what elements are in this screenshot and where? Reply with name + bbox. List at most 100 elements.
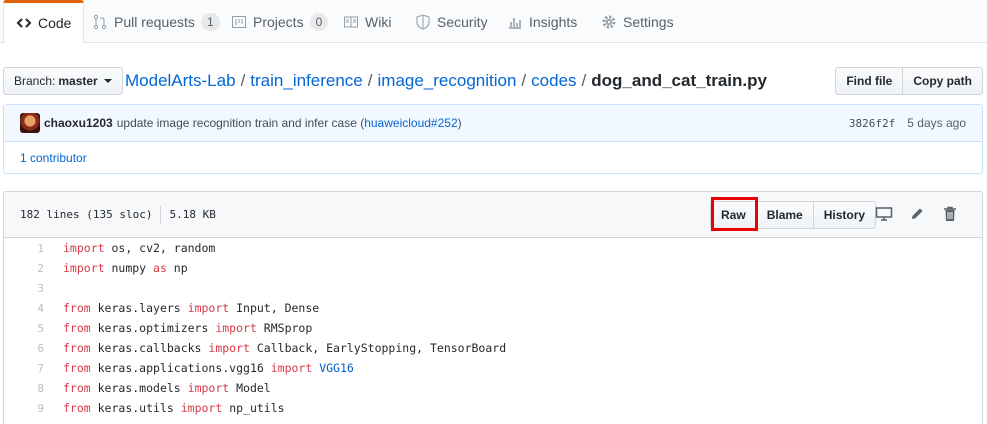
line-number[interactable]: 4 <box>4 302 44 315</box>
commit-issue-link[interactable]: huaweicloud#252 <box>364 116 457 130</box>
breadcrumb-separator: / <box>367 71 373 90</box>
code-token: import <box>63 261 105 275</box>
tab-wiki[interactable]: Wiki <box>343 0 391 43</box>
line-number[interactable]: 3 <box>4 282 44 295</box>
code-token: from <box>63 341 91 355</box>
commit-sha-link[interactable]: 3826f2f <box>849 117 895 130</box>
line-number[interactable]: 2 <box>4 262 44 275</box>
raw-button[interactable]: Raw <box>710 201 757 229</box>
pull-request-icon <box>92 14 108 30</box>
code-token: import <box>270 361 313 375</box>
code-line: 9 from keras.utils import np_utils <box>4 398 982 418</box>
code-token: os, cv2, random <box>104 241 216 255</box>
tab-settings[interactable]: Settings <box>601 0 674 43</box>
shield-icon <box>415 13 431 30</box>
breadcrumb-repo-link[interactable]: ModelArts-Lab <box>125 71 236 90</box>
file-icon-actions <box>874 204 960 224</box>
file-size: 5.18 KB <box>169 208 216 221</box>
pull-requests-count: 1 <box>200 12 220 31</box>
code-token: keras.utils <box>90 401 181 415</box>
line-content: import os, cv2, random <box>44 241 215 255</box>
latest-commit: chaoxu1203 update image recognition trai… <box>4 105 982 142</box>
file-viewer: 182 lines (135 sloc) 5.18 KB Raw Blame H… <box>3 191 983 424</box>
history-button[interactable]: History <box>812 201 877 229</box>
commit-meta: 3826f2f 5 days ago <box>849 116 966 130</box>
line-number[interactable]: 9 <box>4 402 44 415</box>
code-token: keras.layers <box>90 301 188 315</box>
find-file-button[interactable]: Find file <box>835 67 904 95</box>
breadcrumb-separator: / <box>240 71 246 90</box>
line-number[interactable]: 8 <box>4 382 44 395</box>
commit-tease: chaoxu1203 update image recognition trai… <box>3 104 983 174</box>
breadcrumb-separator: / <box>581 71 587 90</box>
line-number[interactable]: 6 <box>4 342 44 355</box>
code-line: 6 from keras.callbacks import Callback, E… <box>4 338 982 358</box>
code-token: numpy <box>104 261 154 275</box>
breadcrumb-image-recognition-link[interactable]: image_recognition <box>378 71 517 90</box>
desktop-icon[interactable] <box>874 204 894 224</box>
line-content: from keras.utils import np_utils <box>44 401 285 415</box>
pencil-icon[interactable] <box>907 204 927 224</box>
file-header: 182 lines (135 sloc) 5.18 KB Raw Blame H… <box>4 192 982 238</box>
code-token: Model <box>229 381 271 395</box>
breadcrumb-train-inference-link[interactable]: train_inference <box>250 71 362 90</box>
tab-projects-label: Projects <box>253 13 304 30</box>
code-line: 3 <box>4 278 982 298</box>
avatar[interactable] <box>20 113 40 133</box>
code-token: import <box>208 341 250 355</box>
tab-pull-requests[interactable]: Pull requests 1 <box>92 0 220 43</box>
repo-nav-tabs: Code Pull requests 1 Projects 0 Wiki Sec… <box>0 0 987 44</box>
tab-insights[interactable]: Insights <box>507 0 577 43</box>
line-content: from keras.layers import Input, Dense <box>44 301 319 315</box>
line-content: from keras.callbacks import Callback, Ea… <box>44 341 506 355</box>
blame-button[interactable]: Blame <box>755 201 814 229</box>
book-icon <box>343 14 359 30</box>
code-token: from <box>63 401 91 415</box>
line-number[interactable]: 7 <box>4 362 44 375</box>
commit-time: 5 days ago <box>907 116 966 130</box>
tab-code[interactable]: Code <box>3 0 85 44</box>
tab-pull-requests-label: Pull requests <box>114 13 195 30</box>
commit-message: update image recognition train and infer… <box>117 116 462 130</box>
code-token: import <box>63 241 105 255</box>
code-token: keras.callbacks <box>90 341 209 355</box>
branch-prefix: Branch: <box>14 74 56 88</box>
file-actions: Raw Blame History <box>710 201 877 229</box>
code-token: import <box>187 301 230 315</box>
tab-code-label: Code <box>38 15 72 31</box>
code-token: as <box>153 261 167 275</box>
code-token: Input, Dense <box>229 301 320 315</box>
file-nav-buttons: Find file Copy path <box>835 67 983 95</box>
tab-security-label: Security <box>437 13 488 30</box>
commit-message-end: ) <box>457 116 462 130</box>
code-token: from <box>63 361 91 375</box>
line-content: from keras.models import Model <box>44 381 271 395</box>
line-content: from keras.optimizers import RMSprop <box>44 321 312 335</box>
line-number[interactable]: 5 <box>4 322 44 335</box>
code-blob: 1 import os, cv2, random 2 import numpy as … <box>4 238 982 424</box>
copy-path-button[interactable]: Copy path <box>902 67 983 95</box>
tab-projects[interactable]: Projects 0 <box>231 0 329 43</box>
code-line: 8 from keras.models import Model <box>4 378 982 398</box>
line-content: import numpy as np <box>44 261 188 275</box>
trash-icon[interactable] <box>940 204 960 224</box>
code-token: keras.applications.vgg16 <box>90 361 271 375</box>
code-line: 4 from keras.layers import Input, Dense <box>4 298 982 318</box>
code-token: keras.optimizers <box>90 321 216 335</box>
code-token: RMSprop <box>256 321 313 335</box>
tab-wiki-label: Wiki <box>365 13 392 30</box>
chevron-down-icon <box>103 79 112 83</box>
file-info: 182 lines (135 sloc) 5.18 KB <box>20 205 216 224</box>
commit-message-text: update image recognition train and infer… <box>116 116 365 130</box>
tab-security[interactable]: Security <box>415 0 488 43</box>
breadcrumb-codes-link[interactable]: codes <box>531 71 576 90</box>
code-line: 7 from keras.applications.vgg16 import VG… <box>4 358 982 378</box>
code-token: keras.models <box>90 381 188 395</box>
contributors-link[interactable]: 1 contributor <box>20 151 87 165</box>
branch-select-button[interactable]: Branch: master <box>3 67 123 95</box>
file-line-count: 182 lines (135 sloc) <box>20 208 153 221</box>
tab-insights-label: Insights <box>529 13 578 30</box>
commit-author-link[interactable]: chaoxu1203 <box>44 116 113 130</box>
gear-icon <box>601 14 617 30</box>
line-number[interactable]: 1 <box>4 242 44 255</box>
